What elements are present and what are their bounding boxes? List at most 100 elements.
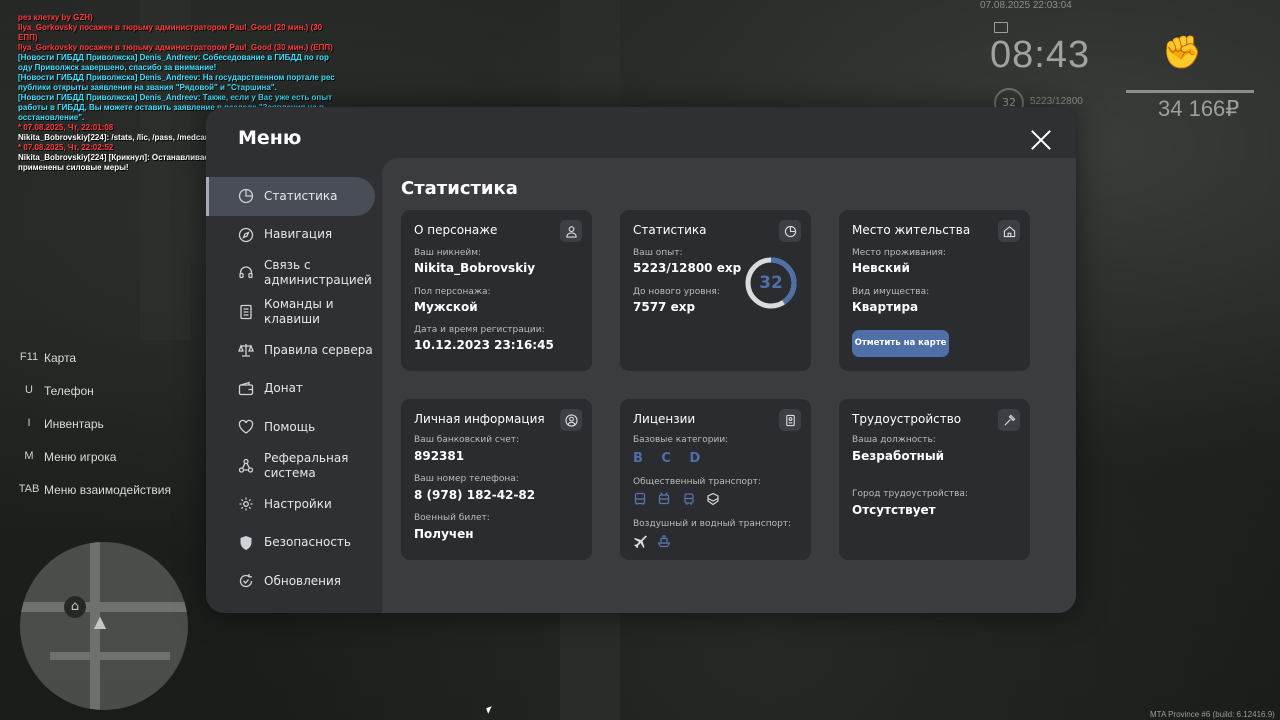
hotkey-item: M Меню игрока — [14, 450, 171, 483]
card-residence: Место жительства Место проживания: Невск… — [839, 210, 1030, 371]
nav-item-help[interactable]: Помощь — [206, 408, 382, 447]
metro-icon — [706, 491, 720, 506]
hotkey-key: TAB — [18, 483, 40, 495]
content-area: Статистика О персонаже Ваш никнейм: Niki… — [382, 158, 1076, 613]
scales-icon — [238, 342, 254, 358]
player-arrow-icon: ▲ — [93, 612, 107, 631]
card-stats: Статистика Ваш опыт: 5223/12800 exp До н… — [620, 210, 811, 371]
hotkey-label: Телефон — [44, 384, 94, 398]
pie-chart-icon — [779, 220, 801, 242]
card-licenses: Лицензии Базовые категории: B C D Общест… — [620, 399, 811, 560]
minimap[interactable]: ⌂ ▲ — [20, 542, 188, 710]
hud-money: 34 166₽ — [1158, 96, 1240, 121]
exp-label: Ваш опыт: — [633, 248, 683, 258]
hud-bar — [1126, 90, 1254, 93]
card-personal-info: Личная информация Ваш банковский счет: 8… — [401, 399, 592, 560]
nav-item-stats[interactable]: Статистика — [206, 177, 375, 216]
property-label: Вид имущества: — [852, 287, 930, 297]
shield-icon — [238, 535, 254, 551]
hud-datetime: 07.08.2025 22:03:04 — [980, 0, 1072, 11]
card-persona: О персонаже Ваш никнейм: Nikita_Bobrovsk… — [401, 210, 592, 371]
fist-icon: ✊ — [1162, 33, 1202, 71]
sex-value: Мужской — [414, 300, 478, 314]
bank-value: 892381 — [414, 449, 465, 463]
place-value: Невский — [852, 261, 910, 275]
compass-icon — [238, 227, 254, 243]
air-water-label: Воздушный и водный транспорт: — [633, 519, 792, 529]
hotkey-list: F11 Карта U Телефон I Инвентарь M Меню игрок… — [14, 351, 171, 516]
chat-line: рез клетку by GZH) — [18, 13, 93, 22]
phone-value: 8 (978) 182-42-82 — [414, 488, 536, 502]
nav-item-label: Статистика — [264, 188, 338, 203]
hotkey-label: Меню игрока — [44, 450, 117, 464]
nav-item-label: Обновления — [264, 573, 342, 588]
player-menu: Меню Статистика Навигация Связь с админи… — [206, 107, 1076, 613]
sex-label: Пол персонажа: — [414, 287, 491, 297]
hotkey-label: Меню взаимодействия — [44, 483, 171, 497]
hammer-icon — [998, 409, 1020, 431]
pie-chart-icon — [238, 188, 254, 204]
menu-sidebar: Статистика Навигация Связь с администрац… — [206, 177, 382, 601]
nav-item-commands[interactable]: Команды и клавиши — [206, 293, 382, 332]
nav-item-label: Настройки — [264, 496, 332, 511]
military-label: Военный билет: — [414, 513, 490, 523]
card-title: Личная информация — [414, 412, 545, 426]
place-label: Место проживания: — [852, 248, 946, 258]
nav-item-security[interactable]: Безопасность — [206, 524, 382, 563]
position-label: Ваша должность: — [852, 435, 936, 445]
public-transport-label: Общественный транспорт: — [633, 477, 761, 487]
user-icon — [560, 220, 582, 242]
nav-item-admin-contact[interactable]: Связь с администрацией — [206, 254, 382, 293]
map-road — [20, 602, 188, 612]
plane-icon — [633, 533, 647, 549]
level-number: 32 — [759, 273, 783, 293]
next-label: До нового уровня: — [633, 287, 720, 297]
hotkey-label: Инвентарь — [44, 417, 104, 431]
hotkey-key: M — [24, 450, 34, 462]
card-title: Место жительства — [852, 223, 971, 237]
nav-item-label: Команды и клавиши — [264, 296, 334, 326]
chat-line: [Новости ГИБДД Приволжска] Denis_Andreev… — [18, 73, 335, 92]
hotkey-item: I Инвентарь — [14, 417, 171, 450]
map-road — [50, 652, 170, 660]
id-card-icon — [779, 409, 801, 431]
nav-item-settings[interactable]: Настройки — [206, 485, 382, 524]
hotkey-key: I — [27, 417, 31, 429]
next-value: 7577 exp — [633, 300, 696, 314]
trolleybus-icon — [657, 491, 671, 505]
nav-item-label: Связь с администрацией — [264, 258, 372, 288]
nav-item-referral[interactable]: Реферальная система — [206, 447, 382, 486]
card-title: Статистика — [633, 223, 707, 237]
nav-item-label: Реферальная система — [264, 450, 349, 480]
position-value: Безработный — [852, 449, 945, 463]
document-list-icon — [238, 304, 254, 320]
base-categories-label: Базовые категории: — [633, 435, 729, 445]
reg-value: 10.12.2023 23:16:45 — [414, 338, 554, 352]
nav-item-rules[interactable]: Правила сервера — [206, 331, 382, 370]
nav-item-label: Помощь — [264, 419, 316, 434]
property-value: Квартира — [852, 300, 919, 314]
nav-item-donate[interactable]: Донат — [206, 370, 382, 409]
network-icon — [238, 458, 254, 474]
hotkey-key: F11 — [19, 351, 39, 363]
mail-icon — [994, 22, 1008, 33]
bank-label: Ваш банковский счет: — [414, 435, 520, 445]
chat-line: Ilya_Gorkovsky посажен в тюрьму админист… — [18, 23, 323, 42]
nav-item-updates[interactable]: Обновления — [206, 562, 382, 601]
content-title: Статистика — [401, 178, 518, 199]
close-icon[interactable] — [1030, 129, 1052, 151]
city-value: Отсутствует — [852, 503, 936, 517]
mark-on-map-button[interactable]: Отметить на карте — [852, 330, 949, 357]
hud-exp: 5223/12800 — [1030, 96, 1083, 107]
nav-item-navigation[interactable]: Навигация — [206, 216, 382, 255]
card-title: О персонаже — [414, 223, 498, 237]
home-icon: ⌂ — [64, 596, 86, 618]
update-icon — [238, 573, 254, 589]
chat-line: [Новости ГИБДД Приволжска] Denis_Andreev… — [18, 53, 329, 72]
hotkey-item: TAB Меню взаимодействия — [14, 483, 171, 516]
reg-label: Дата и время регистрации: — [414, 325, 545, 335]
nav-item-label: Правила сервера — [264, 342, 373, 357]
nav-item-label: Безопасность — [264, 535, 351, 550]
card-title: Трудоустройство — [852, 412, 962, 426]
license-categories: B C D — [633, 451, 708, 466]
